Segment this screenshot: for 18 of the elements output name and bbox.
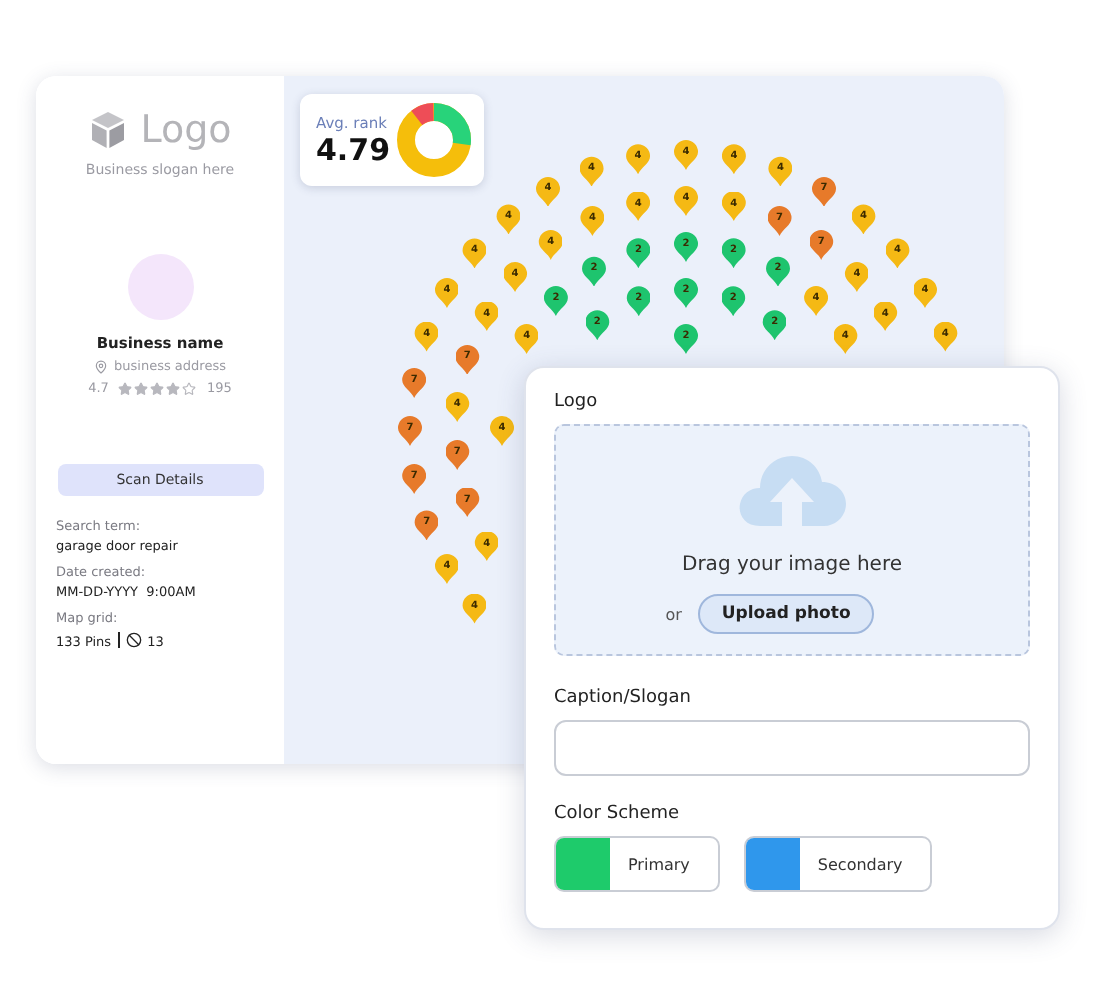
cloud-upload-icon [736, 450, 848, 530]
drop-hint: Drag your image here [682, 554, 902, 576]
logo-text: Logo [140, 108, 232, 152]
image-drop-zone[interactable]: Drag your image here or Upload photo [554, 424, 1030, 656]
upload-photo-button[interactable]: Upload photo [697, 594, 875, 634]
avg-rank-value: 4.79 [316, 131, 391, 167]
logo-label: Logo [554, 392, 600, 412]
cube-icon [88, 110, 129, 150]
location-icon [94, 359, 109, 373]
color-swatch-button[interactable]: Secondary [743, 836, 933, 892]
caption-input[interactable] [554, 720, 1030, 776]
donut-chart-drawing [396, 102, 472, 178]
avatar [127, 254, 193, 320]
or-text: or [665, 605, 682, 623]
caption-label: Caption/Slogan [554, 688, 693, 708]
color-swatch-button[interactable]: Primary [554, 836, 720, 892]
blocked-icon [125, 632, 142, 648]
color-scheme-label: Color Scheme [554, 804, 682, 824]
